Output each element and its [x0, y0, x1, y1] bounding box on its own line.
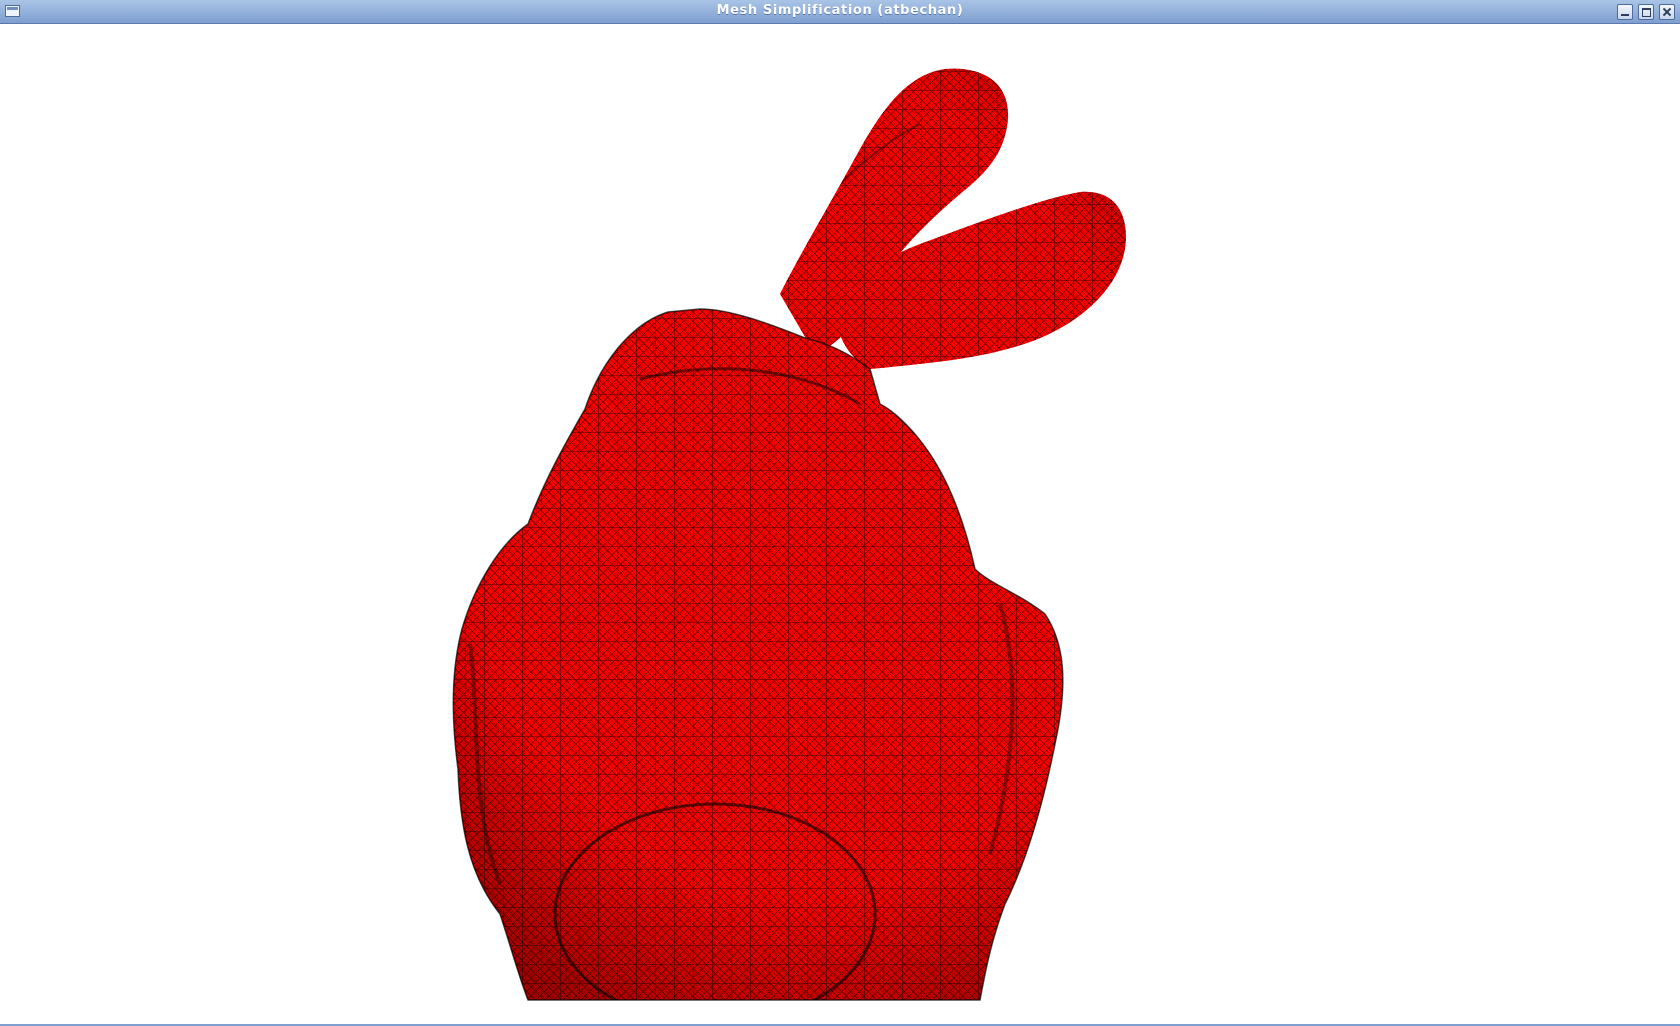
opengl-viewport[interactable] [0, 24, 1680, 1024]
minimize-icon[interactable] [1617, 4, 1633, 20]
window-title: Mesh Simplification (atbechan) [716, 3, 964, 18]
app-window: Mesh Simplification (atbechan) [0, 0, 1680, 1026]
close-icon[interactable] [1659, 4, 1675, 20]
title-bar[interactable]: Mesh Simplification (atbechan) [0, 0, 1680, 24]
maximize-icon[interactable] [1638, 4, 1654, 20]
mesh-render [452, 68, 1126, 1001]
